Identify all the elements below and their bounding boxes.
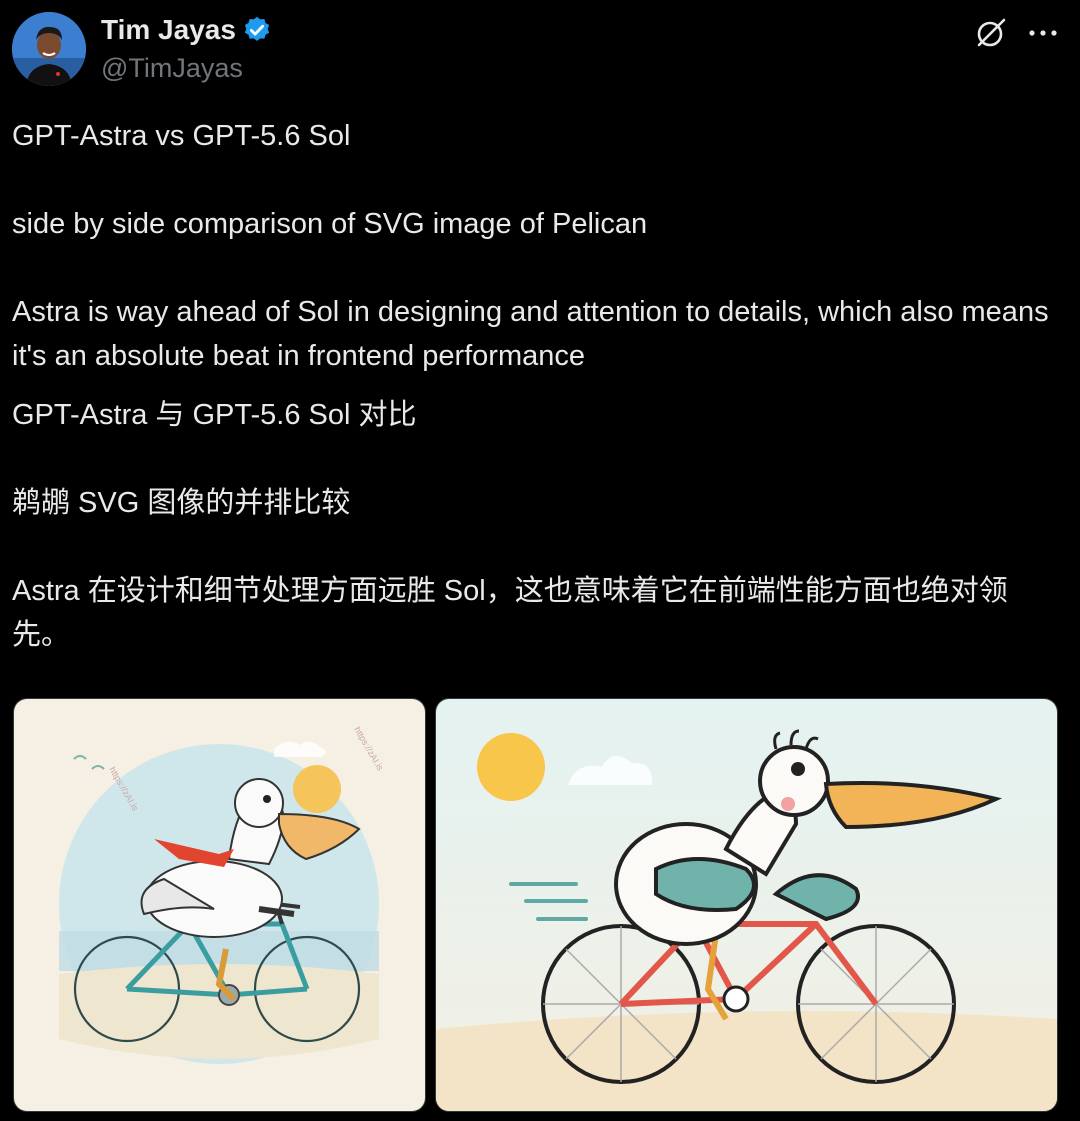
author-display-name[interactable]: Tim Jayas	[101, 14, 236, 46]
author-handle[interactable]: @TimJayas	[101, 53, 243, 84]
tweet-line: Astra is way ahead of Sol in designing a…	[12, 296, 1049, 372]
profile-photo	[12, 12, 86, 86]
avatar[interactable]	[12, 12, 86, 86]
tweet-line: Astra 在设计和细节处理方面远胜 Sol，这也意味着它在前端性能方面也绝对领…	[12, 575, 1008, 651]
tweet-line: GPT-Astra 与 GPT-5.6 Sol 对比	[12, 399, 417, 431]
tweet-line: side by side comparison of SVG image of …	[12, 208, 648, 240]
media-image-right[interactable]	[435, 698, 1058, 1112]
grok-icon[interactable]	[974, 16, 1008, 50]
tweet-text: GPT-Astra vs GPT-5.6 Sol side by side co…	[12, 114, 1052, 657]
pelican-bicycle-illustration-cartoon	[436, 699, 1057, 1111]
tweet-line: 鹈鹕 SVG 图像的并排比较	[12, 487, 351, 519]
tweet-line: GPT-Astra vs GPT-5.6 Sol	[12, 120, 351, 152]
pelican-bicycle-illustration-soft: https://zAI.is https://zAI.is	[14, 699, 425, 1111]
more-options-icon[interactable]	[1026, 18, 1060, 48]
verified-badge-icon	[242, 15, 272, 45]
media-image-left[interactable]: https://zAI.is https://zAI.is	[13, 698, 426, 1112]
